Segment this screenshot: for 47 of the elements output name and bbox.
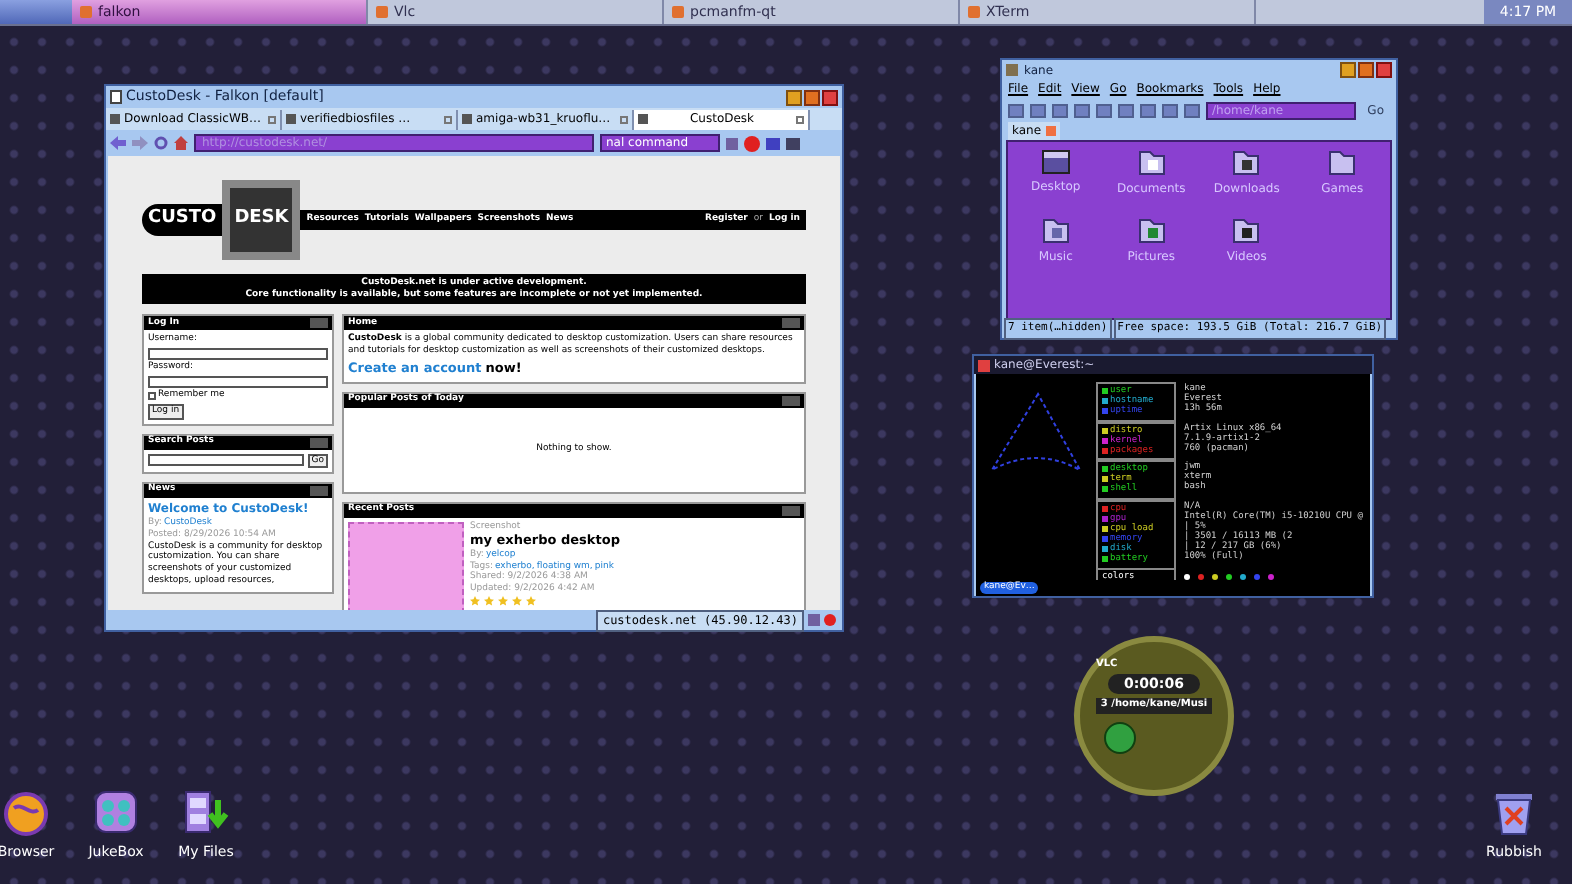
folder-icon — [1328, 150, 1357, 176]
folder-icon — [1137, 218, 1166, 244]
favicon-icon — [286, 114, 296, 124]
close-tab-icon[interactable] — [268, 115, 276, 123]
trash-icon — [1492, 788, 1536, 836]
app-icon — [672, 6, 684, 18]
logo: CUSTO DESK — [142, 180, 301, 260]
checkbox[interactable] — [148, 391, 156, 400]
home-icon[interactable] — [174, 136, 188, 150]
app-icon — [110, 90, 122, 104]
star-icon — [470, 596, 480, 607]
close-tab-icon[interactable] — [1045, 126, 1056, 136]
maximize-button[interactable] — [804, 89, 820, 105]
close-tab-icon[interactable] — [444, 115, 452, 123]
app-icon — [968, 6, 980, 18]
folder-icon — [1041, 218, 1070, 244]
minimize-button[interactable] — [786, 89, 802, 105]
close-button[interactable] — [822, 89, 838, 105]
folder-icon — [1232, 150, 1261, 176]
username-field[interactable] — [148, 348, 328, 361]
app-icon — [978, 359, 990, 371]
pause-button[interactable] — [1104, 721, 1136, 753]
file-cabinet-icon — [182, 788, 230, 836]
password-field[interactable] — [148, 376, 328, 389]
maximize-button[interactable] — [1358, 62, 1374, 78]
star-icon — [512, 596, 522, 607]
favicon-icon — [110, 114, 120, 124]
close-button[interactable] — [1376, 62, 1392, 78]
globe-icon — [2, 788, 50, 836]
star-icon — [484, 596, 494, 607]
app-icon — [376, 6, 388, 18]
minimize-button[interactable] — [1340, 62, 1356, 78]
app-icon — [1006, 64, 1018, 76]
screenshot-thumbnail — [348, 521, 464, 610]
monitor-icon — [1041, 150, 1070, 174]
app-icon — [80, 6, 92, 18]
star-icon — [498, 596, 508, 607]
favicon-icon — [462, 114, 472, 124]
close-tab-icon[interactable] — [796, 115, 804, 123]
jukebox-icon — [92, 788, 140, 836]
close-tab-icon[interactable] — [620, 115, 628, 123]
star-icon — [526, 596, 536, 607]
start-button[interactable] — [0, 0, 72, 24]
search-field[interactable] — [148, 453, 304, 466]
folder-icon — [1232, 218, 1261, 244]
favicon-icon — [638, 114, 648, 124]
folder-icon — [1137, 150, 1166, 176]
